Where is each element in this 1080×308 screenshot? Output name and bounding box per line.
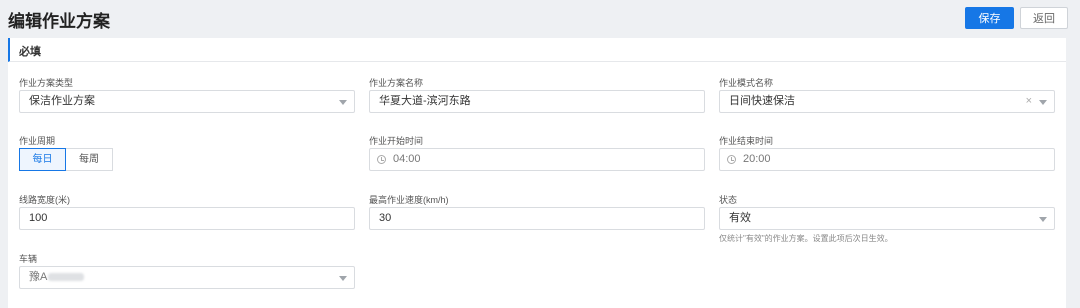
road-width-value: 100	[29, 212, 48, 224]
road-width-field: 线路宽度(米) 100	[19, 193, 355, 230]
form-panel: 必填 作业方案类型 保洁作业方案 作业方案名称 华夏大道-滨河东路 作业模式名称…	[8, 38, 1066, 308]
page-title: 编辑作业方案	[8, 12, 110, 31]
section-header: 必填	[8, 38, 1066, 62]
scheme-type-select[interactable]: 保洁作业方案	[19, 90, 355, 113]
mode-name-label: 作业模式名称	[719, 78, 774, 88]
section-title: 必填	[19, 46, 41, 58]
clear-icon[interactable]: ×	[1026, 91, 1032, 112]
scheme-type-value: 保洁作业方案	[29, 95, 95, 107]
scheme-name-label: 作业方案名称	[369, 78, 424, 88]
end-time-picker[interactable]: 20:00	[719, 148, 1055, 171]
scheme-type-label: 作业方案类型	[19, 78, 74, 88]
mode-name-select[interactable]: 日间快速保洁 ×	[719, 90, 1055, 113]
cycle-segmented-control: 每日 每周	[19, 148, 355, 171]
scheme-name-value: 华夏大道-滨河东路	[379, 95, 471, 107]
scheme-name-input[interactable]: 华夏大道-滨河东路	[369, 90, 705, 113]
start-time-picker[interactable]: 04:00	[369, 148, 705, 171]
save-button[interactable]: 保存	[965, 7, 1014, 29]
end-time-label: 作业结束时间	[719, 136, 774, 146]
caret-down-icon	[1039, 100, 1047, 105]
page-header: 编辑作业方案 保存 返回	[0, 0, 1080, 38]
status-label: 状态	[719, 195, 738, 205]
start-time-field: 作业开始时间 04:00	[369, 134, 705, 171]
max-speed-input[interactable]: 30	[369, 207, 705, 230]
clock-icon	[727, 155, 736, 164]
mode-name-value: 日间快速保洁	[729, 95, 795, 107]
mode-name-field: 作业模式名称 日间快速保洁 ×	[719, 76, 1055, 113]
cycle-field: 作业周期 每日 每周	[19, 134, 355, 171]
vehicle-value: 豫A	[29, 271, 48, 283]
start-time-label: 作业开始时间	[369, 136, 424, 146]
road-width-label: 线路宽度(米)	[19, 195, 70, 205]
vehicle-select[interactable]: 豫A	[19, 266, 355, 289]
scheme-name-field: 作业方案名称 华夏大道-滨河东路	[369, 76, 705, 113]
caret-down-icon	[339, 276, 347, 281]
max-speed-field: 最高作业速度(km/h) 30	[369, 193, 705, 230]
cycle-label: 作业周期	[19, 136, 56, 146]
status-hint: 仅统计"有效"的作业方案。设置此项后次日生效。	[719, 234, 893, 243]
redacted-plate	[48, 273, 85, 282]
vehicle-label: 车辆	[19, 254, 38, 264]
cycle-daily-option[interactable]: 每日	[19, 148, 66, 171]
road-width-input[interactable]: 100	[19, 207, 355, 230]
max-speed-value: 30	[379, 212, 392, 224]
status-field: 状态 有效 仅统计"有效"的作业方案。设置此项后次日生效。	[719, 193, 1055, 244]
caret-down-icon	[339, 100, 347, 105]
status-value: 有效	[729, 212, 751, 224]
scheme-type-field: 作业方案类型 保洁作业方案	[19, 76, 355, 113]
start-time-value: 04:00	[393, 153, 421, 165]
max-speed-label: 最高作业速度(km/h)	[369, 195, 449, 205]
status-select[interactable]: 有效	[719, 207, 1055, 230]
vehicle-field: 车辆 豫A	[19, 252, 355, 289]
caret-down-icon	[1039, 217, 1047, 222]
cycle-weekly-option[interactable]: 每周	[66, 148, 113, 171]
end-time-value: 20:00	[743, 153, 771, 165]
clock-icon	[377, 155, 386, 164]
back-button[interactable]: 返回	[1020, 7, 1068, 29]
end-time-field: 作业结束时间 20:00	[719, 134, 1055, 171]
